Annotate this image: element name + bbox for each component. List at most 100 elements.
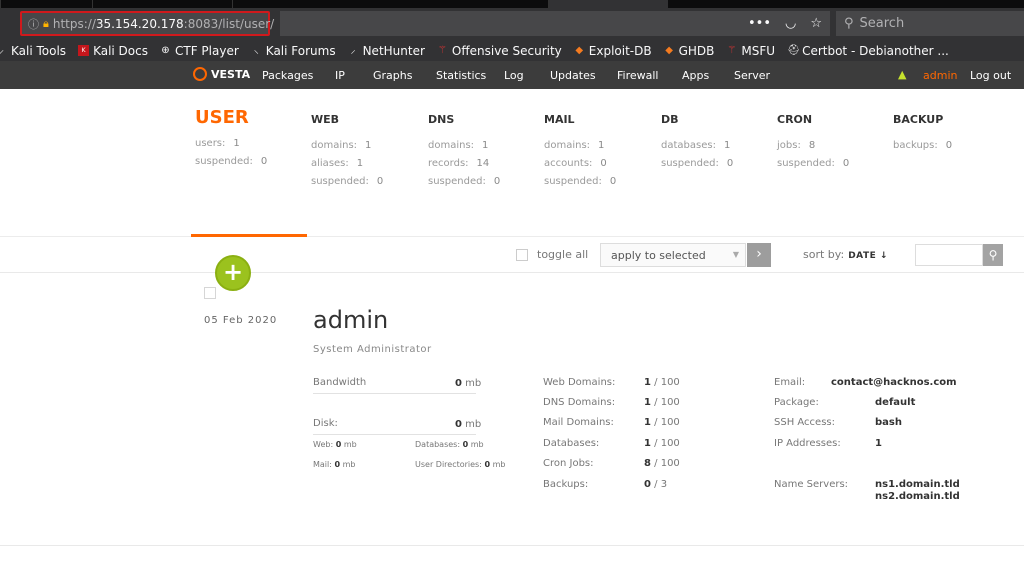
nav-updates[interactable]: Updates [550, 69, 596, 82]
chevron-down-icon: ▼ [732, 250, 739, 259]
add-user-button[interactable]: + [215, 255, 251, 291]
top-navigation: VESTA Packages IP Graphs Statistics Log … [0, 61, 1024, 89]
globe-icon: ⊕ [161, 45, 170, 56]
bookmark-ghdb[interactable]: ◆ GHDB [664, 44, 714, 58]
url-row: ⓘ 🔒︎ https://35.154.20.178:8083/list/use… [0, 8, 1024, 40]
vesta-logo[interactable]: VESTA [193, 67, 250, 81]
limit-cron-jobs-label: Cron Jobs: [543, 458, 594, 469]
email-value: contact@hacknos.com [831, 377, 957, 388]
disk-value: 0 mb [455, 419, 482, 430]
stat-user[interactable]: USER users: 1 suspended: 0 [195, 107, 267, 174]
url-path: :8083/list/user/ [183, 16, 275, 31]
browser-tab[interactable] [0, 0, 92, 8]
disk-web: Web: 0 mb [313, 440, 357, 449]
nav-ip[interactable]: IP [335, 69, 345, 82]
bookmark-kali-tools[interactable]: ⸝Kali Tools [0, 44, 66, 58]
url-host: 35.154.20.178 [95, 16, 184, 31]
browser-tab[interactable] [232, 0, 548, 8]
offsec-icon: ⚚ [437, 45, 447, 56]
kali-dragon-icon: ⸜ [253, 45, 259, 56]
name-servers-label: Name Servers: [774, 479, 849, 490]
bookmark-kali-forums[interactable]: ⸜ Kali Forums [251, 44, 336, 58]
stat-db[interactable]: DB databases: 1 suspended: 0 [661, 111, 733, 176]
kali-dragon-icon: ⸝ [0, 45, 7, 56]
disk-label: Disk: [313, 418, 338, 429]
stat-mail[interactable]: MAIL domains: 1 accounts: 0 suspended: 0 [544, 111, 616, 194]
stat-cron-title: CRON [777, 113, 813, 126]
ssh-access-label: SSH Access: [774, 417, 835, 428]
search-icon: ⚲ [844, 16, 854, 31]
bandwidth-label: Bandwidth [313, 377, 367, 388]
list-search-input[interactable] [915, 244, 983, 266]
offsec-icon: ⚚ [727, 45, 737, 56]
apply-to-selected-select[interactable]: apply to selected ▼ [600, 243, 746, 267]
stat-mail-title: MAIL [544, 113, 575, 126]
user-row-checkbox[interactable] [204, 287, 216, 299]
stat-dns-title: DNS [428, 113, 455, 126]
ip-addresses-label: IP Addresses: [774, 438, 841, 449]
kali-dragon-icon: ⸝ [350, 45, 356, 56]
stats-panel: USER users: 1 suspended: 0 WEB domains: 1 a… [0, 89, 1024, 237]
info-icon[interactable]: ⓘ [28, 16, 39, 32]
url-bar[interactable]: ⓘ 🔒︎ https://35.154.20.178:8083/list/use… [20, 11, 274, 36]
user-name[interactable]: admin [313, 306, 388, 334]
bookmark-ctf-player[interactable]: ⊕ CTF Player [160, 44, 238, 58]
search-input[interactable]: ⚲ Search [836, 11, 1024, 36]
limit-databases-label: Databases: [543, 438, 600, 449]
sort-by-control[interactable]: sort by: DATE ↓ [803, 248, 888, 261]
vesta-logo-icon [193, 67, 207, 81]
stat-cron[interactable]: CRON jobs: 8 suspended: 0 [777, 111, 849, 176]
plus-icon: + [222, 258, 244, 286]
stat-web[interactable]: WEB domains: 1 aliases: 1 suspended: 0 [311, 111, 383, 194]
bookmark-certbot[interactable]: ⛑ Certbot - Debianother ... [787, 44, 949, 58]
logout-link[interactable]: Log out [970, 69, 1011, 82]
search-icon: ⚲ [988, 248, 998, 262]
page-actions-menu-icon[interactable]: ••• [748, 16, 771, 31]
limit-backups-label: Backups: [543, 479, 589, 490]
list-search-button[interactable]: ⚲ [983, 244, 1003, 266]
bandwidth-value: 0 mb [455, 378, 482, 389]
browser-tab[interactable] [92, 0, 232, 8]
bandwidth-bar [313, 393, 476, 394]
bookmarks-toolbar: ⸝Kali Tools KKali Docs ⊕CTF Player ⸜Kali… [0, 40, 1024, 61]
toggle-all-label[interactable]: toggle all [537, 248, 588, 261]
user-created-date: 05 Feb 2020 [204, 315, 278, 326]
bookmark-kali-docs[interactable]: K Kali Docs [78, 44, 148, 58]
user-role: System Administrator [313, 344, 432, 355]
limit-backups-value: 0 / 3 [644, 479, 668, 490]
pocket-icon[interactable]: ◡ [785, 16, 796, 31]
search-placeholder: Search [859, 16, 905, 31]
apply-submit-button[interactable]: › [747, 243, 771, 267]
limit-mail-domains-label: Mail Domains: [543, 417, 614, 428]
nav-server[interactable]: Server [734, 69, 770, 82]
nav-firewall[interactable]: Firewall [617, 69, 658, 82]
bookmark-star-icon[interactable]: ☆ [810, 16, 822, 31]
bookmark-offensive-security[interactable]: ⚚ Offensive Security [437, 44, 562, 58]
stat-db-title: DB [661, 113, 679, 126]
notifications-bell-icon[interactable]: ▲ [898, 68, 906, 81]
stat-dns[interactable]: DNS domains: 1 records: 14 suspended: 0 [428, 111, 500, 194]
certbot-icon: ⛑ [787, 45, 800, 56]
disk-bar [313, 434, 476, 435]
bookmark-exploit-db[interactable]: ◆ Exploit-DB [574, 44, 651, 58]
package-value: default [875, 397, 916, 408]
nav-packages[interactable]: Packages [262, 69, 313, 82]
bookmark-msfu[interactable]: ⚚ MSFU [726, 44, 775, 58]
list-toolbar: toggle all apply to selected ▼ › sort by… [0, 237, 1024, 273]
exploitdb-icon: ◆ [665, 45, 673, 56]
nav-graphs[interactable]: Graphs [373, 69, 412, 82]
stat-backup[interactable]: BACKUP backups: 0 [893, 111, 952, 158]
nav-user-admin[interactable]: admin [923, 69, 957, 82]
chevron-right-icon: › [756, 246, 762, 262]
name-server-2: ns2.domain.tld [875, 491, 960, 502]
toggle-all-checkbox[interactable] [516, 249, 528, 261]
limit-web-domains-label: Web Domains: [543, 377, 616, 388]
nav-statistics[interactable]: Statistics [436, 69, 486, 82]
insecure-lock-icon[interactable]: 🔒︎ [43, 17, 49, 31]
nav-log[interactable]: Log [504, 69, 524, 82]
browser-tab-active[interactable] [548, 0, 668, 8]
nav-apps[interactable]: Apps [682, 69, 709, 82]
bookmark-nethunter[interactable]: ⸝ NetHunter [348, 44, 425, 58]
disk-databases: Databases: 0 mb [415, 440, 484, 449]
limit-web-domains-value: 1 / 100 [644, 377, 680, 388]
